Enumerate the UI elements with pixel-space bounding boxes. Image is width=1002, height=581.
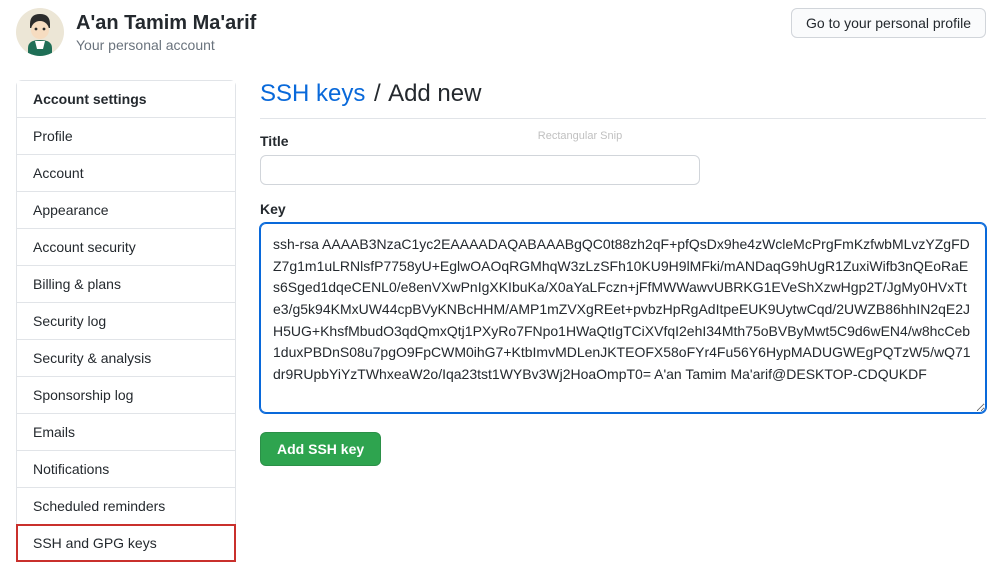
sidebar-item-label: Appearance — [33, 202, 109, 218]
sidebar-item-security-analysis[interactable]: Security & analysis — [17, 340, 235, 377]
sidebar-item-sponsorship-log[interactable]: Sponsorship log — [17, 377, 235, 414]
overlay-hint: Rectangular Snip — [500, 130, 660, 142]
user-subtitle: Your personal account — [76, 37, 256, 53]
main-content: SSH keys / Add new Rectangular Snip Titl… — [260, 80, 986, 562]
sidebar-item-emails[interactable]: Emails — [17, 414, 235, 451]
go-to-profile-button[interactable]: Go to your personal profile — [791, 8, 986, 38]
sidebar-item-ssh-gpg-keys[interactable]: SSH and GPG keys — [17, 525, 235, 561]
sidebar-item-notifications[interactable]: Notifications — [17, 451, 235, 488]
sidebar-item-label: SSH and GPG keys — [33, 535, 157, 551]
key-label: Key — [260, 201, 986, 217]
sidebar-item-label: Notifications — [33, 461, 109, 477]
sidebar-item-billing-plans[interactable]: Billing & plans — [17, 266, 235, 303]
page-title: SSH keys / Add new — [260, 80, 986, 119]
sidebar-item-security-log[interactable]: Security log — [17, 303, 235, 340]
sidebar-item-label: Profile — [33, 128, 73, 144]
sidebar-item-label: Billing & plans — [33, 276, 121, 292]
title-input[interactable] — [260, 155, 700, 185]
sidebar-item-scheduled-reminders[interactable]: Scheduled reminders — [17, 488, 235, 525]
add-ssh-key-button[interactable]: Add SSH key — [260, 432, 381, 466]
breadcrumb-separator: / — [374, 80, 381, 107]
avatar[interactable] — [16, 8, 64, 56]
sidebar-item-label: Account — [33, 165, 84, 181]
key-textarea[interactable] — [260, 223, 986, 413]
sidebar-item-label: Account security — [33, 239, 136, 255]
user-name: A'an Tamim Ma'arif — [76, 12, 256, 35]
sidebar-item-account[interactable]: Account — [17, 155, 235, 192]
breadcrumb-current: Add new — [388, 80, 481, 107]
sidebar-header: Account settings — [17, 81, 235, 118]
sidebar-item-label: Security log — [33, 313, 106, 329]
sidebar-item-label: Scheduled reminders — [33, 498, 165, 514]
settings-sidebar: Account settings Profile Account Appeara… — [16, 80, 236, 562]
sidebar-item-profile[interactable]: Profile — [17, 118, 235, 155]
sidebar-item-label: Security & analysis — [33, 350, 151, 366]
sidebar-item-account-security[interactable]: Account security — [17, 229, 235, 266]
sidebar-item-label: Sponsorship log — [33, 387, 133, 403]
sidebar-item-appearance[interactable]: Appearance — [17, 192, 235, 229]
sidebar-item-label: Emails — [33, 424, 75, 440]
breadcrumb-link[interactable]: SSH keys — [260, 80, 365, 107]
